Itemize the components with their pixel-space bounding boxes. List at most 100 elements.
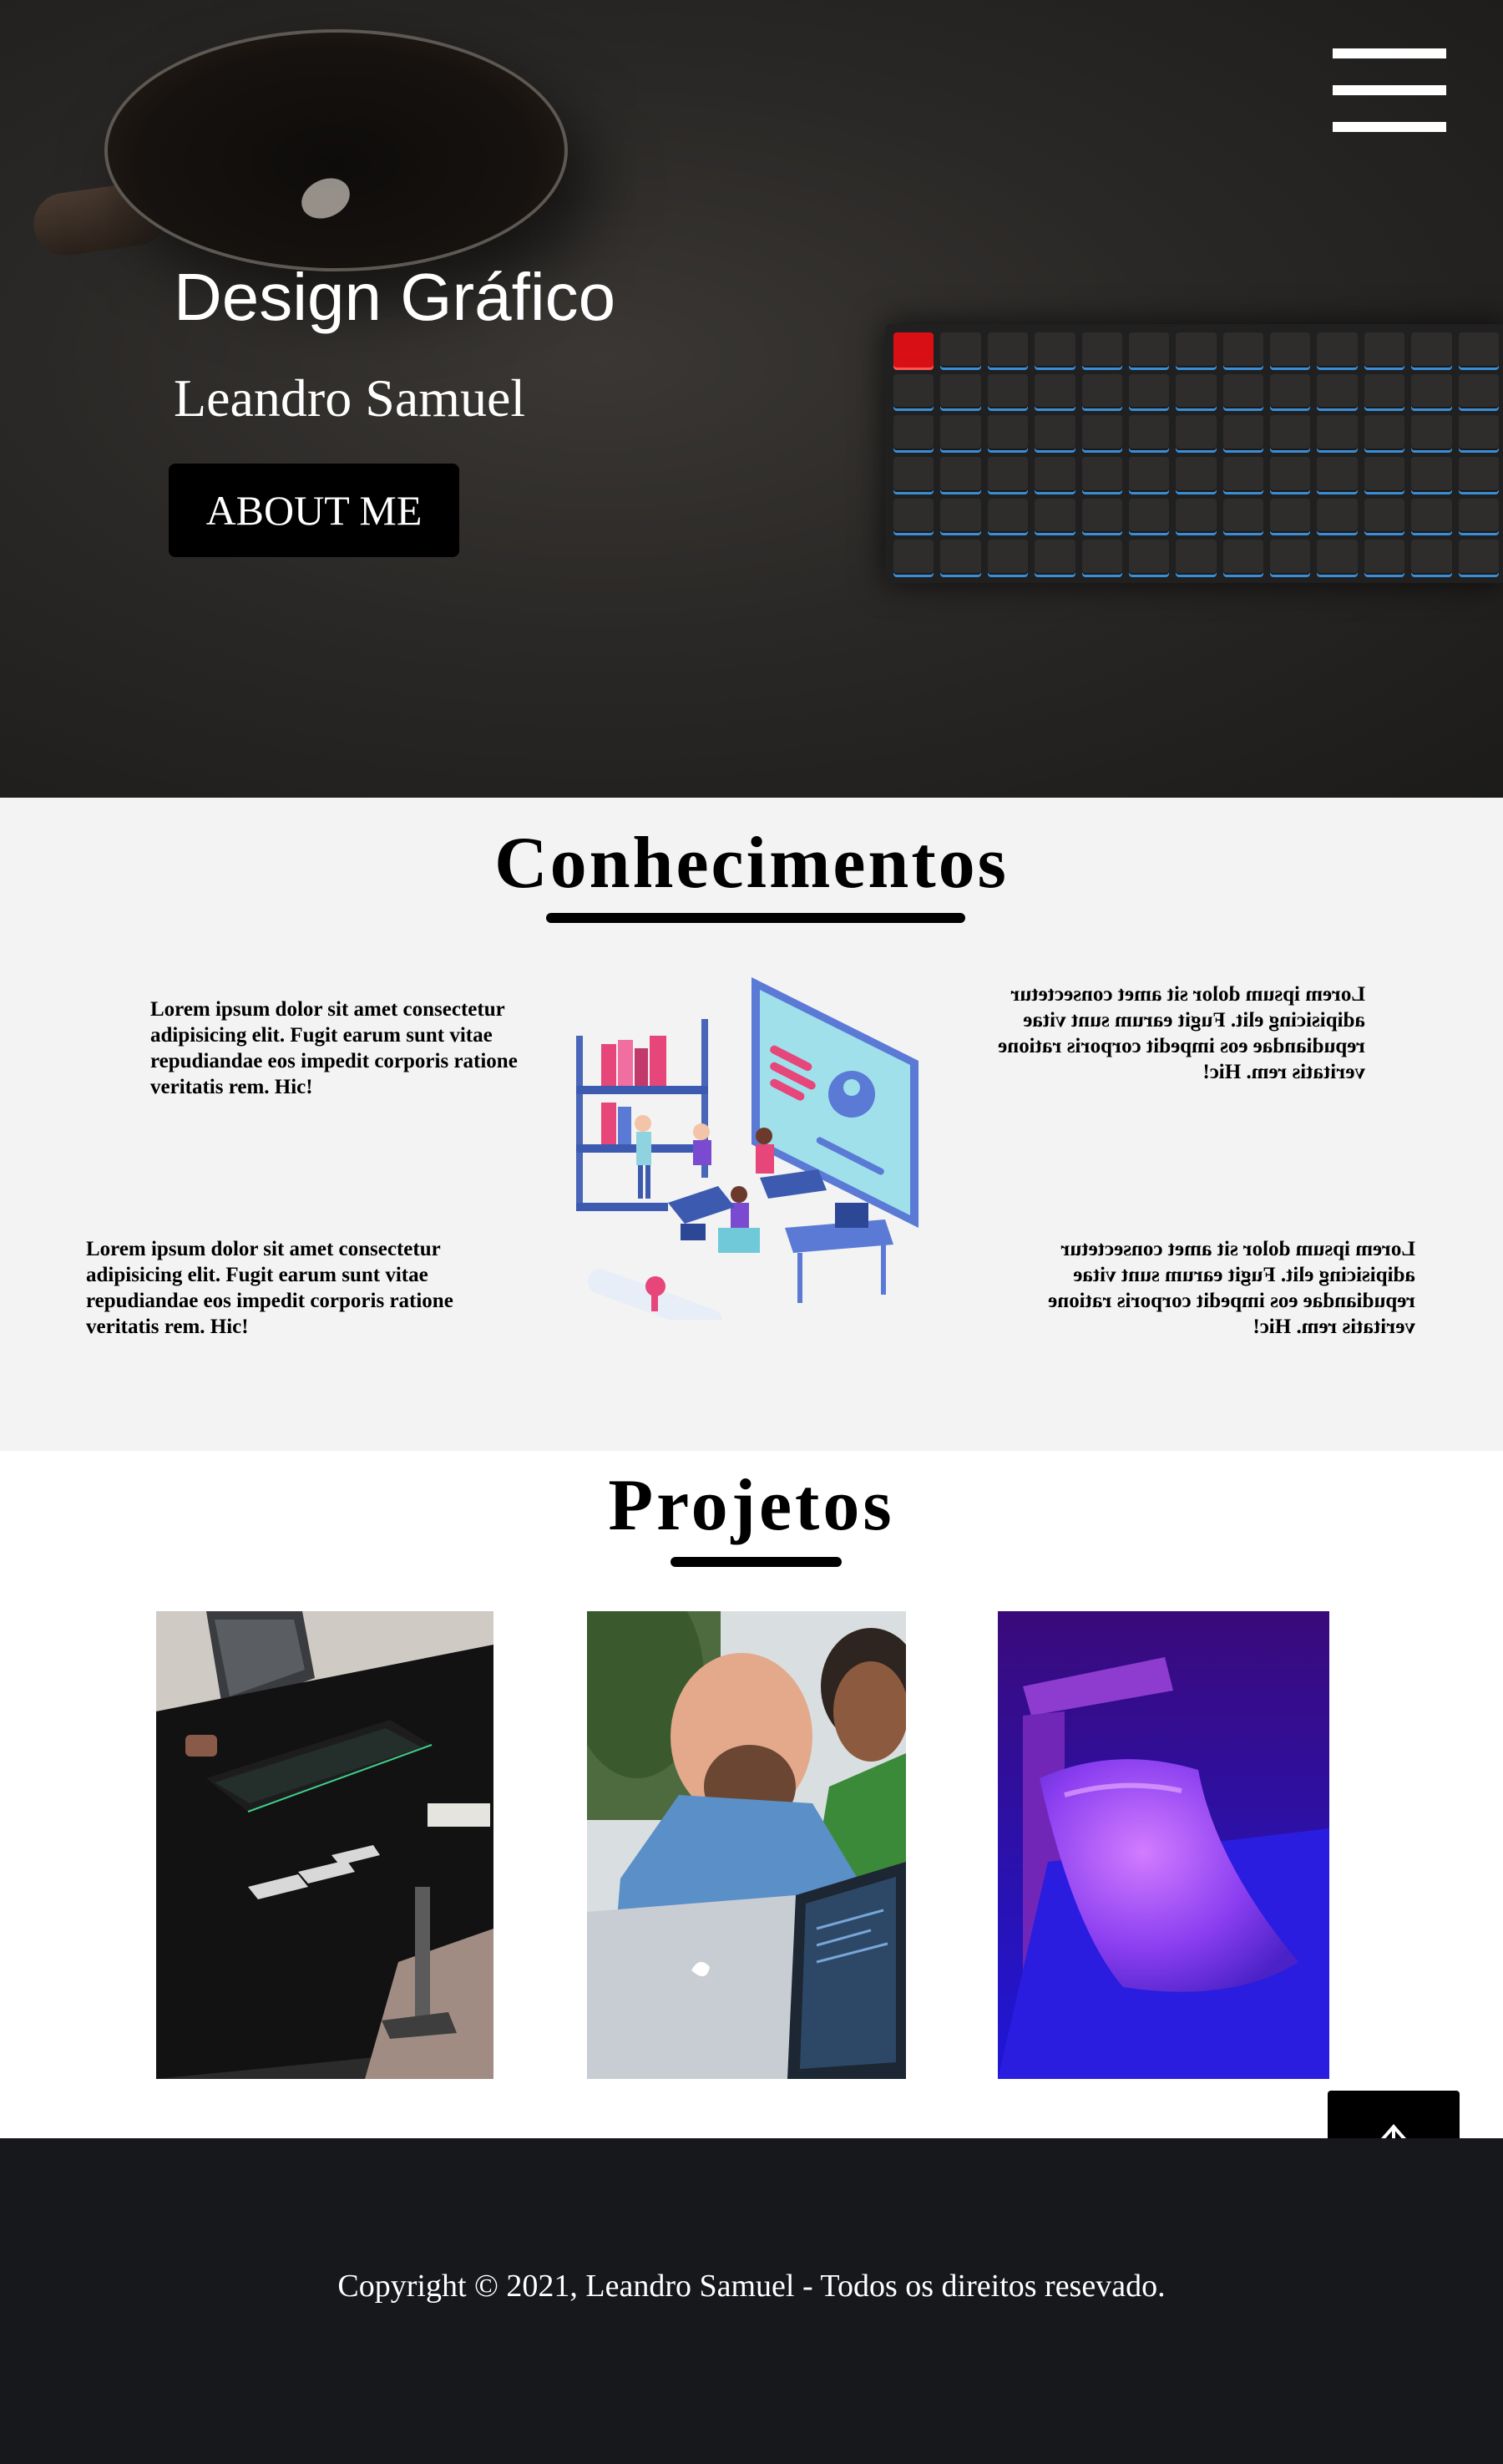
keyboard-key: [893, 332, 934, 368]
keyboard-key: [1081, 540, 1122, 575]
project-image-desk: [156, 1611, 493, 2079]
keyboard-key: [893, 415, 934, 450]
keyboard-key: [1081, 373, 1122, 409]
knowledge-title-underline: [546, 913, 965, 923]
keyboard-key: [1222, 457, 1264, 492]
projects-section: Projetos: [0, 1451, 1503, 2138]
keyboard-key: [1411, 540, 1452, 575]
keyboard-key: [1317, 457, 1358, 492]
keyboard-key: [1458, 373, 1499, 409]
keyboard-key: [940, 332, 981, 368]
keyboard-key: [940, 457, 981, 492]
keyboard-key: [1364, 415, 1405, 450]
keyboard-key: [1081, 415, 1122, 450]
keyboard-key: [1222, 415, 1264, 450]
keyboard-key: [1411, 415, 1452, 450]
keyboard-key: [1270, 498, 1311, 534]
keyboard-key: [1364, 457, 1405, 492]
hamburger-menu-icon[interactable]: [1333, 48, 1446, 132]
keyboard-key: [1176, 415, 1217, 450]
keyboard-key: [987, 498, 1029, 534]
knowledge-paragraph: Lorem ipsum dolor sit amet consectetur a…: [150, 998, 518, 1098]
keyboard-key: [1270, 415, 1311, 450]
keyboard-key: [1128, 540, 1170, 575]
about-me-button[interactable]: ABOUT ME: [169, 464, 459, 557]
keyboard-key: [940, 540, 981, 575]
diploma-illustration: [587, 1269, 723, 1320]
keyboard-key: [1176, 540, 1217, 575]
keyboard-key: [1035, 373, 1075, 409]
keyboard-key: [1176, 332, 1217, 368]
keyboard-key: [1081, 332, 1122, 368]
keyboard-key: [1081, 457, 1122, 492]
keyboard-key: [1411, 373, 1452, 409]
project-image-developers: [587, 1611, 906, 2079]
keyboard-key: [1364, 332, 1405, 368]
project-card-desk[interactable]: [156, 1611, 493, 2079]
keyboard-key: [1035, 332, 1075, 368]
keyboard-key: [1128, 457, 1170, 492]
keyboard-key: [893, 373, 934, 409]
keyboard-key: [1222, 540, 1264, 575]
keyboard-key: [1317, 373, 1358, 409]
keyboard-key: [1222, 498, 1264, 534]
knowledge-paragraph-mirrored: Lorem ipsum dolor sit amet consectetur a…: [1048, 1238, 1415, 1338]
keyboard-key: [1128, 373, 1170, 409]
keyboard-key: [893, 457, 934, 492]
keyboard-key: [893, 498, 934, 534]
keyboard-key: [1270, 457, 1311, 492]
knowledge-paragraph-mirrored: Lorem ipsum dolor sit amet consectetur a…: [998, 983, 1365, 1083]
keyboard-image: [885, 324, 1503, 583]
projects-title: Projetos: [608, 1465, 895, 1546]
keyboard-key: [1317, 540, 1358, 575]
keyboard-key: [1176, 498, 1217, 534]
coffee-cup-image: [104, 29, 568, 271]
keyboard-key: [1317, 498, 1358, 534]
keyboard-key: [987, 457, 1029, 492]
menu-bar: [1333, 85, 1446, 95]
projects-title-underline: [671, 1557, 842, 1567]
keyboard-key: [1128, 415, 1170, 450]
keyboard-key: [940, 373, 981, 409]
footer: Copyright © 2021, Leandro Samuel - Todos…: [0, 2138, 1503, 2464]
keyboard-key: [1317, 415, 1358, 450]
keyboard-key: [1270, 540, 1311, 575]
keyboard-key: [940, 415, 981, 450]
hero-title: Design Gráfico: [174, 260, 616, 334]
knowledge-section: Conhecimentos Lorem ipsum dolor sit amet…: [0, 798, 1503, 1451]
keyboard-key: [1411, 457, 1452, 492]
keyboard-key: [1176, 373, 1217, 409]
menu-bar: [1333, 122, 1446, 132]
keyboard-key: [1364, 540, 1405, 575]
keyboard-key: [1035, 540, 1075, 575]
keyboard-key: [1364, 498, 1405, 534]
keyboard-key: [1411, 498, 1452, 534]
keyboard-key: [1458, 415, 1499, 450]
keyboard-key: [1035, 457, 1075, 492]
keyboard-key: [1128, 332, 1170, 368]
copyright-text: Copyright © 2021, Leandro Samuel - Todos…: [337, 2269, 1166, 2304]
keyboard-key: [1270, 332, 1311, 368]
keyboard-key: [1317, 332, 1358, 368]
keyboard-key: [987, 415, 1029, 450]
study-illustration: [576, 977, 918, 1320]
keyboard-key: [1364, 373, 1405, 409]
knowledge-paragraph: Lorem ipsum dolor sit amet consectetur a…: [86, 1238, 453, 1338]
keyboard-key: [1128, 498, 1170, 534]
project-image-neon-pillow: [998, 1611, 1329, 2079]
keyboard-key: [1081, 498, 1122, 534]
keyboard-key: [1035, 498, 1075, 534]
keyboard-key: [1458, 540, 1499, 575]
keyboard-key: [1458, 332, 1499, 368]
keyboard-key: [893, 540, 934, 575]
keyboard-key: [1411, 332, 1452, 368]
keyboard-key: [1035, 415, 1075, 450]
keyboard-key: [1458, 457, 1499, 492]
keyboard-key: [987, 540, 1029, 575]
keyboard-key: [1222, 373, 1264, 409]
menu-bar: [1333, 48, 1446, 58]
knowledge-title: Conhecimentos: [494, 823, 1009, 904]
project-card-neon-pillow[interactable]: [998, 1611, 1329, 2079]
project-card-developers[interactable]: [587, 1611, 906, 2079]
keyboard-key: [987, 373, 1029, 409]
